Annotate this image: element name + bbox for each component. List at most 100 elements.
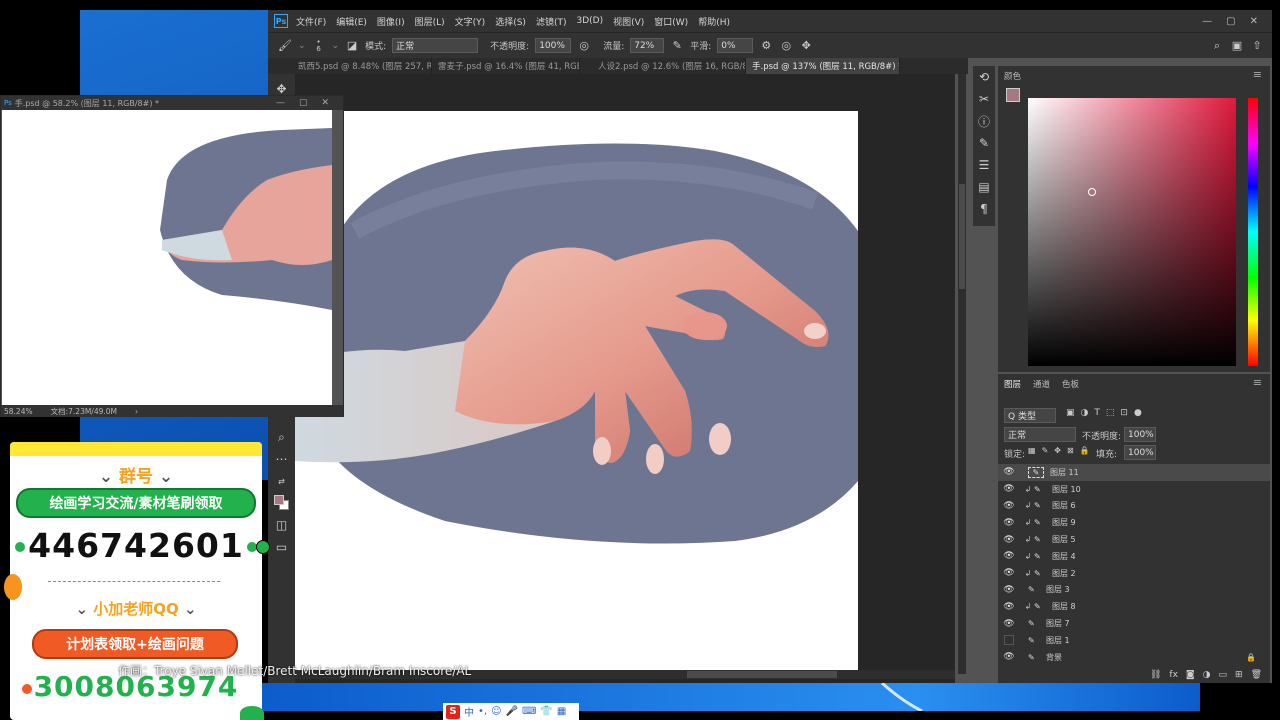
- adjustments-icon[interactable]: ☰: [973, 154, 995, 176]
- tab-color[interactable]: 颜色: [1004, 70, 1021, 82]
- panel-menu-icon[interactable]: ≡: [1253, 68, 1262, 81]
- minimize-button[interactable]: —: [1202, 16, 1212, 27]
- filter-pixel-icon[interactable]: ▣: [1066, 408, 1075, 418]
- swap-colors-icon[interactable]: ⇄: [268, 470, 295, 492]
- new-layer-icon[interactable]: ⊞: [1235, 670, 1243, 683]
- visibility-eye-icon[interactable]: 👁: [1002, 484, 1016, 494]
- flow-input[interactable]: 72%: [630, 38, 665, 53]
- gear-icon[interactable]: ⚙: [759, 39, 773, 53]
- maximize-button[interactable]: ▢: [1226, 16, 1235, 27]
- panel-menu-icon[interactable]: ≡: [1253, 376, 1262, 389]
- visibility-eye-icon[interactable]: 👁: [1002, 501, 1016, 511]
- ime-skin-icon[interactable]: 👕: [540, 706, 552, 717]
- ime-voice-icon[interactable]: 🎤: [506, 706, 518, 717]
- pressure-size-icon[interactable]: ◎: [779, 39, 793, 53]
- layer-row[interactable]: 👁 ✎ 图层 11: [998, 464, 1270, 481]
- lock-all-icon[interactable]: 🔒: [1080, 446, 1090, 455]
- layer-row[interactable]: 👁 ↲ ✎ 图层 2: [998, 565, 1270, 582]
- layer-style-icon[interactable]: fx: [1169, 670, 1178, 683]
- tab-swatches[interactable]: 色板: [1062, 378, 1079, 390]
- visibility-eye-icon[interactable]: 👁: [1002, 535, 1016, 545]
- menu-file[interactable]: 文件(F): [296, 15, 326, 28]
- layer-row[interactable]: 👁 ✎ 背景 🔒: [998, 649, 1270, 666]
- tools-icon[interactable]: ✂: [973, 88, 995, 110]
- info-icon[interactable]: ⓘ: [973, 110, 995, 132]
- tab-document-1[interactable]: 凯西5.psd @ 8.48% (图层 257, RGB/8#): [268, 58, 432, 74]
- layer-row[interactable]: 👁 ↲ ✎ 图层 4: [998, 548, 1270, 565]
- tab-document-4[interactable]: 手.psd @ 137% (图层 11, RGB/8#) *: [746, 58, 900, 74]
- ime-grid-icon[interactable]: ▦: [557, 706, 566, 717]
- visibility-eye-icon[interactable]: 👁: [1002, 551, 1016, 561]
- menu-view[interactable]: 视图(V): [613, 15, 644, 28]
- layer-row[interactable]: 👁 ↲ ✎ 图层 5: [998, 531, 1270, 548]
- color-picker-cursor[interactable]: [1088, 188, 1096, 196]
- close-button[interactable]: ✕: [321, 98, 329, 108]
- search-icon[interactable]: ⌕: [1210, 39, 1224, 53]
- tab-document-2[interactable]: 雷麦子.psd @ 16.4% (图层 41, RGB/...: [432, 58, 580, 74]
- visibility-eye-icon[interactable]: 👁: [1002, 568, 1016, 578]
- ime-language-toggle[interactable]: 中: [464, 704, 474, 719]
- filter-smart-icon[interactable]: ⊡: [1120, 408, 1128, 418]
- quick-mask-icon[interactable]: ◫: [268, 514, 295, 536]
- lock-image-icon[interactable]: ✎: [1042, 446, 1049, 455]
- close-button[interactable]: ✕: [1250, 16, 1258, 27]
- color-swatches-icon[interactable]: [268, 492, 295, 514]
- visibility-eye-icon[interactable]: [1004, 635, 1014, 646]
- menu-type[interactable]: 文字(Y): [455, 15, 486, 28]
- tab-channels[interactable]: 通道: [1033, 378, 1050, 390]
- menu-help[interactable]: 帮助(H): [698, 15, 730, 28]
- layer-row[interactable]: 👁 ↲ ✎ 图层 8: [998, 598, 1270, 615]
- ime-logo-icon[interactable]: S: [446, 704, 460, 719]
- ime-keyboard-icon[interactable]: ⌨: [522, 706, 536, 717]
- mode-select[interactable]: 正常: [392, 38, 479, 53]
- layers-comp-icon[interactable]: ▤: [973, 176, 995, 198]
- brush-panel-icon[interactable]: ✎: [973, 132, 995, 154]
- filter-adjustment-icon[interactable]: ◑: [1081, 408, 1089, 418]
- history-icon[interactable]: ⟲: [973, 66, 995, 88]
- menu-filter[interactable]: 滤镜(T): [536, 15, 567, 28]
- visibility-eye-icon[interactable]: 👁: [1002, 518, 1016, 528]
- link-layers-icon[interactable]: ⛓: [1150, 670, 1161, 683]
- layer-row[interactable]: 👁 ↲ ✎ 图层 6: [998, 498, 1270, 515]
- floating-canvas[interactable]: [2, 110, 332, 405]
- symmetry-icon[interactable]: ✥: [799, 39, 813, 53]
- zoom-level[interactable]: 58.24%: [4, 407, 33, 416]
- layer-row[interactable]: 👁 ↲ ✎ 图层 9: [998, 514, 1270, 531]
- brush-tool-icon[interactable]: 🖌: [278, 39, 292, 53]
- layer-opacity-input[interactable]: 100%: [1124, 427, 1156, 442]
- opacity-input[interactable]: 100%: [535, 38, 572, 53]
- pressure-opacity-icon[interactable]: ◎: [577, 39, 591, 53]
- blend-mode-select[interactable]: 正常: [1004, 427, 1076, 442]
- adjustment-layer-icon[interactable]: ◑: [1203, 670, 1211, 683]
- layer-row[interactable]: 👁 ✎ 图层 7: [998, 615, 1270, 632]
- group-icon[interactable]: ▭: [1219, 670, 1228, 683]
- menu-window[interactable]: 窗口(W): [654, 15, 688, 28]
- visibility-eye-icon[interactable]: 👁: [1002, 585, 1016, 595]
- main-canvas[interactable]: [295, 111, 858, 670]
- fill-input[interactable]: 100%: [1124, 445, 1156, 460]
- layer-row[interactable]: 👁 ↲ ✎ 图层 10: [998, 481, 1270, 498]
- tab-layers[interactable]: 图层: [1004, 378, 1021, 390]
- menu-image[interactable]: 图像(I): [377, 15, 405, 28]
- layer-row[interactable]: ✎ 图层 1: [998, 632, 1270, 649]
- paragraph-icon[interactable]: ¶: [973, 198, 995, 220]
- menu-select[interactable]: 选择(S): [495, 15, 526, 28]
- add-mask-icon[interactable]: ◙: [1186, 670, 1195, 683]
- menu-3d[interactable]: 3D(D): [576, 16, 603, 26]
- more-tools-icon[interactable]: ⋯: [268, 448, 295, 470]
- menu-edit[interactable]: 编辑(E): [336, 15, 367, 28]
- ime-emoji-icon[interactable]: ☺: [491, 706, 501, 717]
- lock-position-icon[interactable]: ✥: [1054, 446, 1061, 455]
- zoom-tool-icon[interactable]: ⌕: [268, 426, 295, 448]
- filter-shape-icon[interactable]: ⬚: [1106, 408, 1115, 418]
- screen-mode-icon[interactable]: ▭: [268, 536, 295, 558]
- scrollbar-thumb[interactable]: [687, 671, 837, 678]
- foreground-color-swatch[interactable]: [1006, 88, 1020, 102]
- ime-punctuation-icon[interactable]: •,: [478, 706, 487, 717]
- menu-layer[interactable]: 图层(L): [415, 15, 445, 28]
- layer-row[interactable]: 👁 ✎ 图层 3: [998, 582, 1270, 599]
- maximize-button[interactable]: ▢: [299, 98, 308, 108]
- brush-settings-icon[interactable]: ◪: [345, 39, 359, 53]
- filter-toggle-icon[interactable]: ●: [1134, 408, 1142, 418]
- layer-kind-filter[interactable]: Q 类型: [1004, 408, 1056, 423]
